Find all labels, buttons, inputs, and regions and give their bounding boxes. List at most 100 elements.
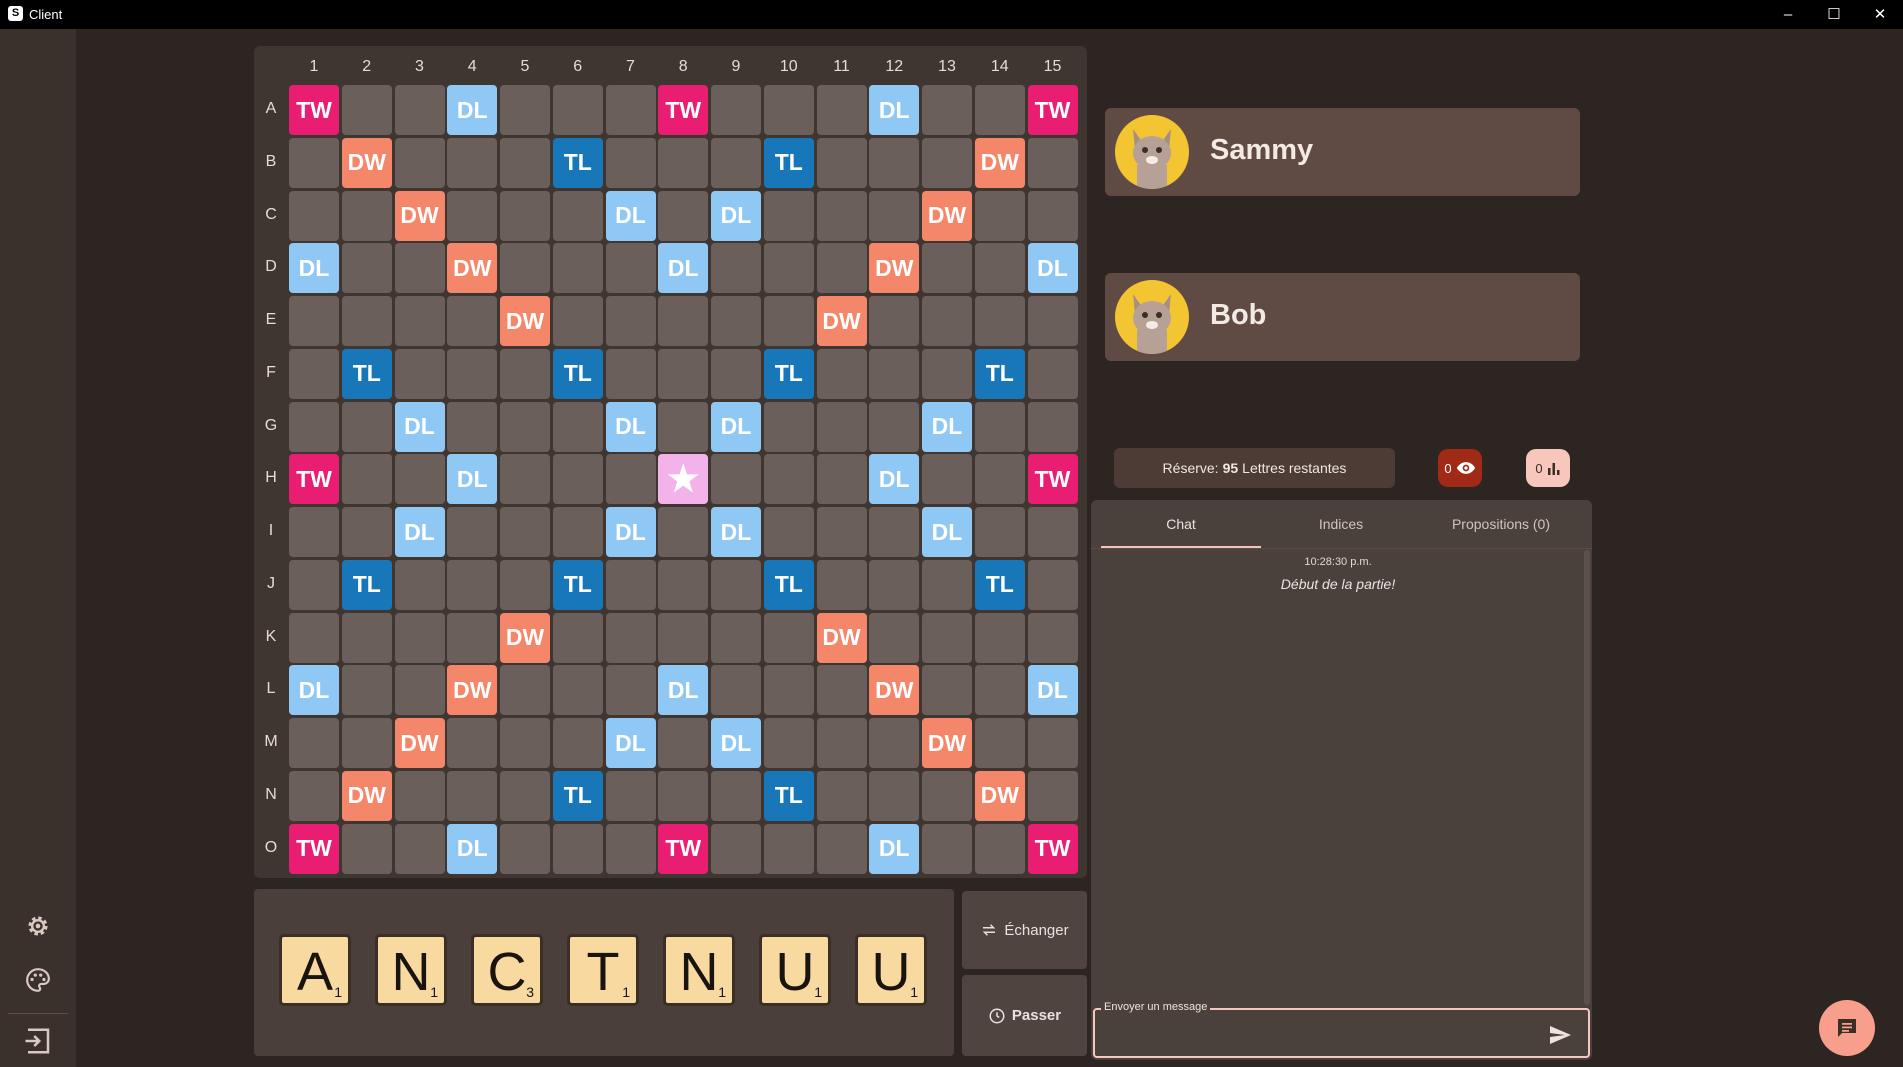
hints-button[interactable]: 0 [1438, 449, 1482, 487]
board-cell[interactable] [552, 454, 603, 505]
board-cell[interactable] [711, 770, 761, 821]
bonus-cell-dw[interactable]: DW [974, 770, 1025, 821]
board-cell[interactable] [763, 296, 814, 346]
bonus-cell-dl[interactable]: DL [605, 718, 656, 768]
leave-game-button[interactable] [19, 1022, 57, 1060]
board-cell[interactable] [500, 85, 550, 135]
bonus-cell-dl[interactable]: DL [289, 243, 339, 294]
board-cell[interactable] [552, 85, 603, 135]
board-cell[interactable] [1027, 718, 1078, 768]
board-cell[interactable] [711, 348, 761, 399]
bonus-cell-tl[interactable]: TL [341, 348, 392, 399]
board-cell[interactable] [922, 770, 972, 821]
bonus-cell-tl[interactable]: TL [341, 559, 392, 610]
board-cell[interactable] [869, 137, 920, 188]
board-cell[interactable] [447, 559, 498, 610]
board-cell[interactable] [447, 296, 498, 346]
board-cell[interactable] [289, 770, 339, 821]
board-cell[interactable] [289, 612, 339, 663]
board-cell[interactable] [289, 401, 339, 452]
letter-tile[interactable]: U1 [759, 934, 831, 1006]
board-cell[interactable] [289, 348, 339, 399]
bonus-cell-dw[interactable]: DW [394, 718, 445, 768]
bonus-cell-tw[interactable]: TW [289, 823, 339, 874]
board-cell[interactable] [500, 243, 550, 294]
board-cell[interactable] [974, 718, 1025, 768]
board-cell[interactable] [974, 665, 1025, 716]
board-cell[interactable] [816, 190, 867, 241]
board-cell[interactable] [711, 296, 761, 346]
board-cell[interactable] [711, 137, 761, 188]
board-cell[interactable] [711, 665, 761, 716]
bonus-cell-tw[interactable]: TW [1027, 823, 1078, 874]
board-cell[interactable] [394, 454, 445, 505]
board-cell[interactable] [658, 718, 709, 768]
bonus-cell-dl[interactable]: DL [289, 665, 339, 716]
board-cell[interactable] [394, 612, 445, 663]
theme-button[interactable] [19, 961, 57, 999]
board-cell[interactable] [500, 454, 550, 505]
board-cell[interactable] [974, 823, 1025, 874]
board-cell[interactable] [447, 190, 498, 241]
board-cell[interactable] [816, 665, 867, 716]
board-cell[interactable] [289, 296, 339, 346]
bonus-cell-dw[interactable]: DW [500, 612, 550, 663]
bonus-cell-dl[interactable]: DL [922, 401, 972, 452]
board-cell[interactable] [922, 612, 972, 663]
board-cell[interactable] [816, 348, 867, 399]
board-cell[interactable] [869, 507, 920, 557]
board-cell[interactable] [869, 559, 920, 610]
letter-tile[interactable]: N1 [663, 934, 735, 1006]
bonus-cell-dl[interactable]: DL [711, 507, 761, 557]
board-cell[interactable] [711, 454, 761, 505]
board-cell[interactable] [922, 823, 972, 874]
bonus-cell-dl[interactable]: DL [658, 243, 709, 294]
board-cell[interactable] [974, 507, 1025, 557]
bonus-cell-dl[interactable]: DL [711, 401, 761, 452]
board-cell[interactable] [605, 559, 656, 610]
board-cell[interactable] [552, 507, 603, 557]
bonus-cell-dl[interactable]: DL [711, 190, 761, 241]
board-cell[interactable] [500, 823, 550, 874]
chat-input[interactable] [1103, 1022, 1547, 1050]
board-cell[interactable] [974, 454, 1025, 505]
bonus-cell-tw[interactable]: TW [1027, 454, 1078, 505]
board-cell[interactable] [974, 243, 1025, 294]
board-cell[interactable] [605, 137, 656, 188]
board-cell[interactable] [500, 348, 550, 399]
board-cell[interactable] [552, 190, 603, 241]
board-cell[interactable] [816, 137, 867, 188]
board-cell[interactable] [763, 507, 814, 557]
center-star-cell[interactable]: ★ [658, 454, 709, 505]
board-cell[interactable] [605, 243, 656, 294]
board-cell[interactable] [711, 85, 761, 135]
board-cell[interactable] [500, 401, 550, 452]
board-cell[interactable] [289, 190, 339, 241]
letter-tile[interactable]: T1 [567, 934, 639, 1006]
board-cell[interactable] [341, 612, 392, 663]
close-button[interactable]: ✕ [1857, 0, 1903, 29]
board-cell[interactable] [974, 401, 1025, 452]
board-cell[interactable] [922, 243, 972, 294]
board-cell[interactable] [763, 718, 814, 768]
board-cell[interactable] [763, 243, 814, 294]
bonus-cell-dl[interactable]: DL [1027, 665, 1078, 716]
board-cell[interactable] [658, 401, 709, 452]
board-cell[interactable] [658, 612, 709, 663]
bonus-cell-dl[interactable]: DL [869, 823, 920, 874]
board-cell[interactable] [922, 454, 972, 505]
bonus-cell-dw[interactable]: DW [922, 718, 972, 768]
board-cell[interactable] [552, 296, 603, 346]
board-cell[interactable] [763, 823, 814, 874]
board-cell[interactable] [341, 454, 392, 505]
bonus-cell-dw[interactable]: DW [869, 665, 920, 716]
bonus-cell-dw[interactable]: DW [394, 190, 445, 241]
tab-hints[interactable]: Indices [1261, 500, 1421, 548]
board-cell[interactable] [394, 137, 445, 188]
exchange-button[interactable]: Échanger [962, 891, 1087, 969]
chat-scrollbar[interactable] [1584, 550, 1590, 1005]
board-cell[interactable] [341, 823, 392, 874]
bonus-cell-tl[interactable]: TL [552, 137, 603, 188]
board-cell[interactable] [500, 507, 550, 557]
letter-tile[interactable]: N1 [375, 934, 447, 1006]
